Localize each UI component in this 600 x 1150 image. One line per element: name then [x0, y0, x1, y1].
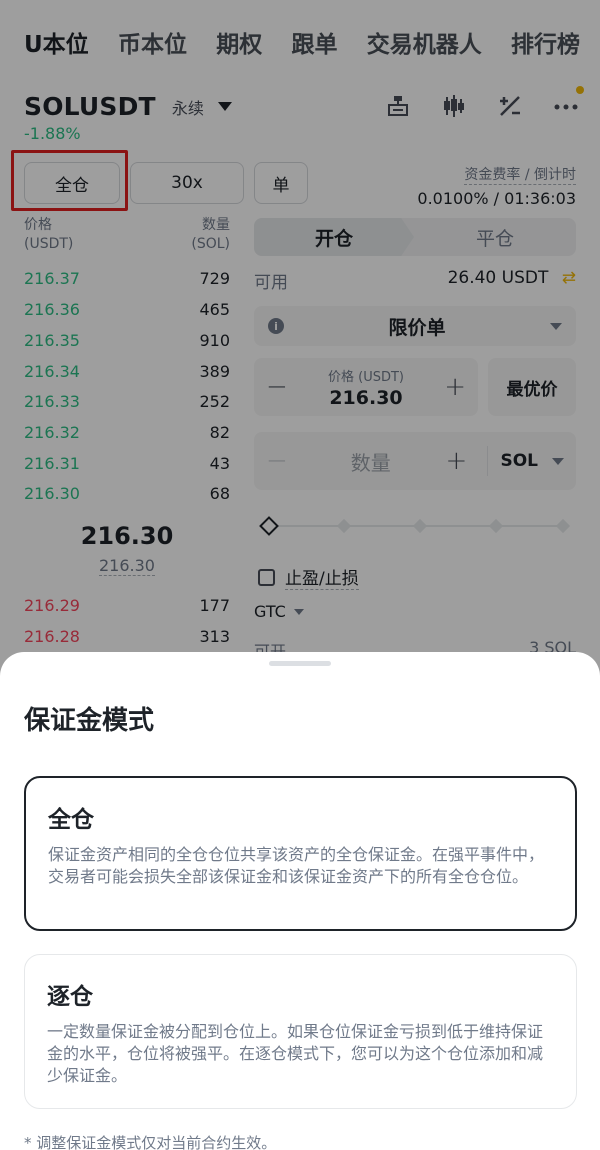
- option-title: 逐仓: [47, 984, 93, 1010]
- option-cross-margin[interactable]: 全仓 保证金资产相同的全仓仓位共享该资产的全仓保证金。在强平事件中，交易者可能会…: [24, 776, 577, 931]
- option-isolated-margin[interactable]: 逐仓 一定数量保证金被分配到仓位上。如果仓位保证金亏损到低于维持保证金的水平，仓…: [24, 954, 577, 1109]
- margin-mode-sheet: 保证金模式 全仓 保证金资产相同的全仓仓位共享该资产的全仓保证金。在强平事件中，…: [0, 652, 600, 1150]
- option-title: 全仓: [48, 807, 94, 833]
- option-description: 一定数量保证金被分配到仓位上。如果仓位保证金亏损到低于维持保证金的水平，仓位将被…: [47, 1022, 544, 1085]
- sheet-note: * 调整保证金模式仅对当前合约生效。: [24, 1134, 277, 1150]
- drag-handle[interactable]: [269, 661, 331, 666]
- sheet-title: 保证金模式: [24, 706, 155, 736]
- option-description: 保证金资产相同的全仓仓位共享该资产的全仓保证金。在强平事件中，交易者可能会损失全…: [48, 845, 545, 886]
